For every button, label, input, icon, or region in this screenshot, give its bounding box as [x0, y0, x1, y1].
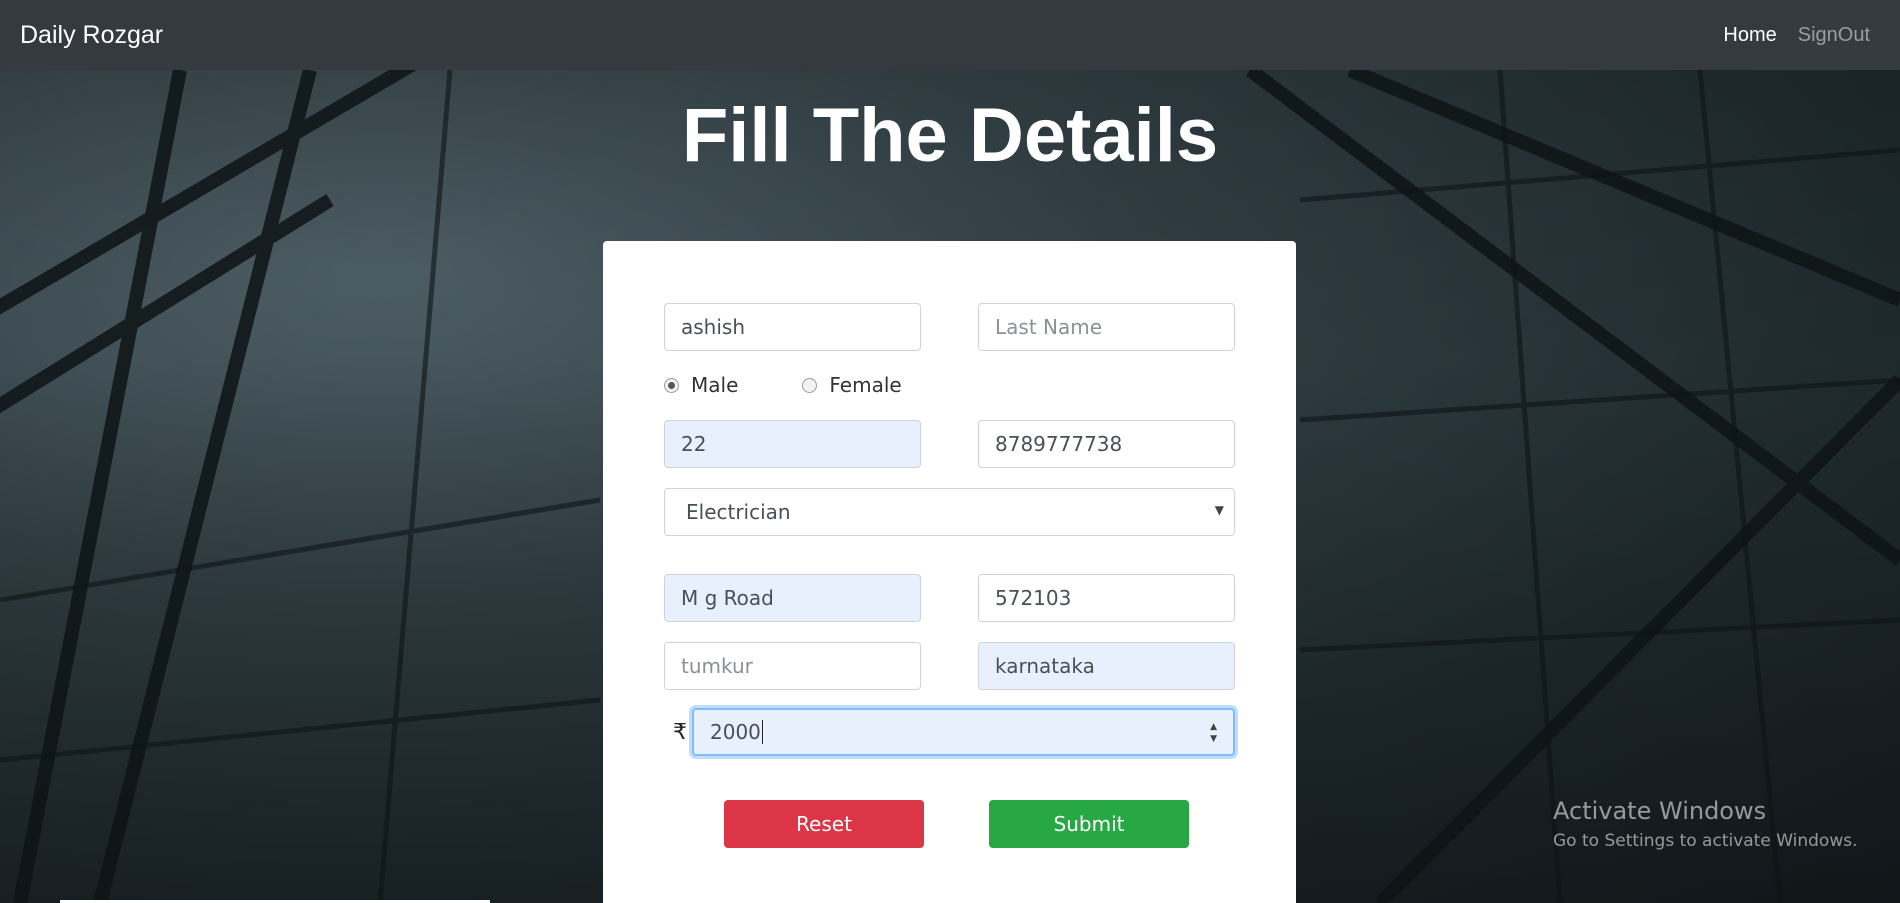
- text-caret: [761, 720, 763, 744]
- spinner-down-icon[interactable]: ▼: [1210, 734, 1217, 744]
- pincode-value: 572103: [995, 586, 1072, 610]
- nav-links: Home SignOut: [1723, 24, 1880, 47]
- page-title: Fill The Details: [681, 93, 1219, 178]
- last-name-placeholder: Last Name: [995, 315, 1103, 339]
- first-name-value: ashish: [681, 315, 746, 339]
- phone-value: 8789777738: [995, 432, 1123, 456]
- occupation-selected: Electrician: [686, 500, 791, 524]
- wage-input[interactable]: 2000 ▲ ▼: [692, 708, 1235, 756]
- occupation-select[interactable]: Electrician ▼: [664, 488, 1235, 536]
- state-input[interactable]: karnataka: [978, 642, 1235, 690]
- gender-radio-group: Male Female: [664, 373, 966, 397]
- spinner-up-icon[interactable]: ▲: [1210, 722, 1217, 732]
- activate-windows-watermark: Activate Windows Go to Settings to activ…: [1553, 797, 1858, 851]
- phone-input[interactable]: 8789777738: [978, 420, 1235, 468]
- last-name-input[interactable]: Last Name: [978, 303, 1235, 351]
- address-input[interactable]: M g Road: [664, 574, 921, 622]
- male-label: Male: [691, 373, 739, 397]
- female-radio[interactable]: [802, 377, 818, 393]
- details-form-card: ashish Last Name Male Female 22 87897777…: [603, 241, 1296, 903]
- nav-link-home[interactable]: Home: [1723, 24, 1776, 47]
- first-name-input[interactable]: ashish: [664, 303, 921, 351]
- gender-option-female[interactable]: Female: [802, 373, 902, 397]
- address-value: M g Road: [681, 586, 774, 610]
- age-input[interactable]: 22: [664, 420, 921, 468]
- chevron-down-icon: ▼: [1214, 503, 1224, 517]
- watermark-subtitle: Go to Settings to activate Windows.: [1553, 831, 1858, 851]
- male-radio[interactable]: [664, 377, 679, 393]
- city-placeholder: tumkur: [681, 654, 753, 678]
- nav-link-signout[interactable]: SignOut: [1798, 24, 1870, 47]
- wage-value: 2000: [710, 720, 761, 744]
- rupee-icon: ₹: [673, 720, 687, 745]
- reset-button[interactable]: Reset: [724, 800, 924, 848]
- age-value: 22: [681, 432, 707, 456]
- pincode-input[interactable]: 572103: [978, 574, 1235, 622]
- number-spinner[interactable]: ▲ ▼: [1210, 722, 1217, 744]
- submit-button[interactable]: Submit: [989, 800, 1189, 848]
- female-label: Female: [829, 373, 902, 397]
- navbar: Daily Rozgar Home SignOut: [0, 0, 1900, 70]
- state-value: karnataka: [995, 654, 1095, 678]
- gender-option-male[interactable]: Male: [664, 373, 738, 397]
- watermark-title: Activate Windows: [1553, 797, 1767, 825]
- brand-logo[interactable]: Daily Rozgar: [20, 21, 163, 50]
- city-input[interactable]: tumkur: [664, 642, 921, 690]
